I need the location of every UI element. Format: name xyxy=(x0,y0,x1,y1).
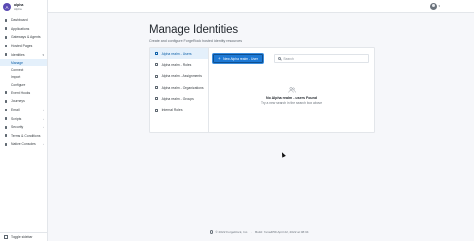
tab-users[interactable]: Alpha realm - Users xyxy=(150,48,208,60)
topbar: ▾ xyxy=(48,0,474,13)
identities-card: Alpha realm - Users Alpha realm - Roles … xyxy=(149,47,375,133)
sidebar-item-label: Applications xyxy=(11,26,30,31)
identity-tabs: Alpha realm - Users Alpha realm - Roles … xyxy=(150,48,209,132)
chevron-right-icon: › xyxy=(43,116,44,121)
sidebar-item-label: Event Hooks xyxy=(11,90,31,95)
assignments-icon xyxy=(155,74,159,78)
tab-label: Alpha realm - Roles xyxy=(161,62,192,67)
apps-icon xyxy=(4,27,8,31)
page-title: Manage Identities xyxy=(149,24,239,36)
empty-state-title: No Alpha realm - users Found xyxy=(266,96,317,100)
sidebar-item-dashboard[interactable]: Dashboard xyxy=(0,16,47,25)
footer: © 2022 ForgeRock, Inc. · Build: 7e1a4f59… xyxy=(210,230,308,234)
sidebar-subitem-connect[interactable]: Connect xyxy=(0,66,47,73)
avatar xyxy=(429,2,437,10)
footer-build: Build: 7e1a4f59 April 22, 2022 at 08:34 xyxy=(255,230,309,234)
search-box[interactable] xyxy=(274,54,369,63)
tab-label: Internal Roles xyxy=(161,108,183,113)
roles-icon xyxy=(155,63,159,67)
chevron-right-icon: › xyxy=(43,108,44,113)
scripts-icon xyxy=(4,117,8,121)
sidebar-toggle-icon xyxy=(4,235,8,239)
toggle-sidebar-button[interactable]: Toggle sidebar xyxy=(0,232,48,241)
groups-icon xyxy=(155,97,159,101)
terms-icon xyxy=(4,134,8,138)
tab-label: Alpha realm - Groups xyxy=(161,96,194,101)
gateway-icon xyxy=(4,35,8,39)
sidebar-subitem-import[interactable]: Import xyxy=(0,74,47,81)
sidebar-item-label: Terms & Conditions xyxy=(11,133,41,138)
tab-organizations[interactable]: Alpha realm - Organizations xyxy=(150,82,208,93)
sidebar-item-gateways[interactable]: Gateways & Agents xyxy=(0,33,47,42)
hooks-icon xyxy=(4,91,8,95)
sidebar-item-label: Native Consoles xyxy=(11,142,36,147)
new-user-button-label: New Alpha realm - User xyxy=(223,56,258,61)
page-subtitle: Create and configure ForgeRock hosted id… xyxy=(149,39,243,43)
tab-internal-roles[interactable]: Internal Roles xyxy=(150,104,208,115)
sidebar-item-terms[interactable]: Terms & Conditions xyxy=(0,132,47,141)
email-icon xyxy=(4,108,8,112)
sidebar-item-label: Scripts xyxy=(11,116,22,121)
sidebar-item-label: Journeys xyxy=(11,99,25,104)
tab-label: Alpha realm - Users xyxy=(161,51,192,56)
organizations-icon xyxy=(155,86,159,90)
sidebar-item-label: Gateways & Agents xyxy=(11,35,41,40)
internal-roles-icon xyxy=(155,108,159,112)
search-input[interactable] xyxy=(283,56,364,61)
identities-icon xyxy=(4,53,8,57)
tab-groups[interactable]: Alpha realm - Groups xyxy=(150,93,208,104)
sidebar-item-label: Identities xyxy=(11,52,25,57)
sidebar-nav: Dashboard Applications Gateways & Agents… xyxy=(0,16,47,149)
empty-state-description: Try a new search in the search box above xyxy=(260,101,323,105)
search-icon xyxy=(278,56,282,61)
realm-subtitle: Alpha xyxy=(14,7,22,11)
sidebar-item-label: Security xyxy=(11,125,24,130)
sidebar-item-journeys[interactable]: Journeys xyxy=(0,97,47,106)
realm-switcher[interactable]: A alpha Alpha xyxy=(0,0,47,14)
chevron-down-icon: ▾ xyxy=(42,52,44,57)
sidebar-item-applications[interactable]: Applications xyxy=(0,25,47,34)
sidebar-item-email[interactable]: Email › xyxy=(0,106,47,115)
tab-assignments[interactable]: Alpha realm - Assignments xyxy=(150,71,208,82)
footer-separator: · xyxy=(251,230,253,234)
mouse-cursor xyxy=(280,151,286,158)
sidebar-item-scripts[interactable]: Scripts › xyxy=(0,114,47,123)
tab-label: Alpha realm - Organizations xyxy=(161,85,204,90)
sidebar-item-identities[interactable]: Identities ▾ xyxy=(0,50,47,59)
footer-copyright: © 2022 ForgeRock, Inc. xyxy=(215,230,249,234)
security-icon xyxy=(4,125,8,129)
chevron-right-icon: › xyxy=(43,125,44,130)
sidebar-item-label: Dashboard xyxy=(11,18,28,23)
sidebar: A alpha Alpha Dashboard Applications Gat… xyxy=(0,0,48,241)
chevron-down-icon: ▾ xyxy=(438,4,440,8)
forgerock-logo-icon xyxy=(210,230,214,234)
plus-icon: + xyxy=(218,55,221,61)
chevron-right-icon: › xyxy=(43,142,44,147)
dashboard-icon xyxy=(4,18,8,22)
toggle-sidebar-label: Toggle sidebar xyxy=(11,235,33,239)
sidebar-item-event-hooks[interactable]: Event Hooks xyxy=(0,89,47,98)
new-user-button[interactable]: + New Alpha realm - User xyxy=(213,54,263,63)
tab-roles[interactable]: Alpha realm - Roles xyxy=(150,59,208,70)
sidebar-item-label: Email xyxy=(11,108,20,113)
users-empty-icon xyxy=(288,87,296,93)
sidebar-subitem-configure[interactable]: Configure xyxy=(0,81,47,88)
realm-text: alpha Alpha xyxy=(14,3,23,11)
sidebar-subitem-manage[interactable]: Manage xyxy=(0,58,47,67)
sidebar-item-label: Hosted Pages xyxy=(11,44,33,49)
sidebar-item-security[interactable]: Security › xyxy=(0,123,47,132)
profile-menu[interactable]: ▾ xyxy=(429,2,440,10)
sidebar-item-hosted-pages[interactable]: Hosted Pages xyxy=(0,42,47,51)
user-icon xyxy=(155,52,159,56)
sidebar-item-native-consoles[interactable]: Native Consoles › xyxy=(0,140,47,149)
journeys-icon xyxy=(4,99,8,103)
tab-label: Alpha realm - Assignments xyxy=(161,74,202,79)
pages-icon xyxy=(4,44,8,48)
realm-avatar: A xyxy=(3,3,11,11)
consoles-icon xyxy=(4,142,8,146)
